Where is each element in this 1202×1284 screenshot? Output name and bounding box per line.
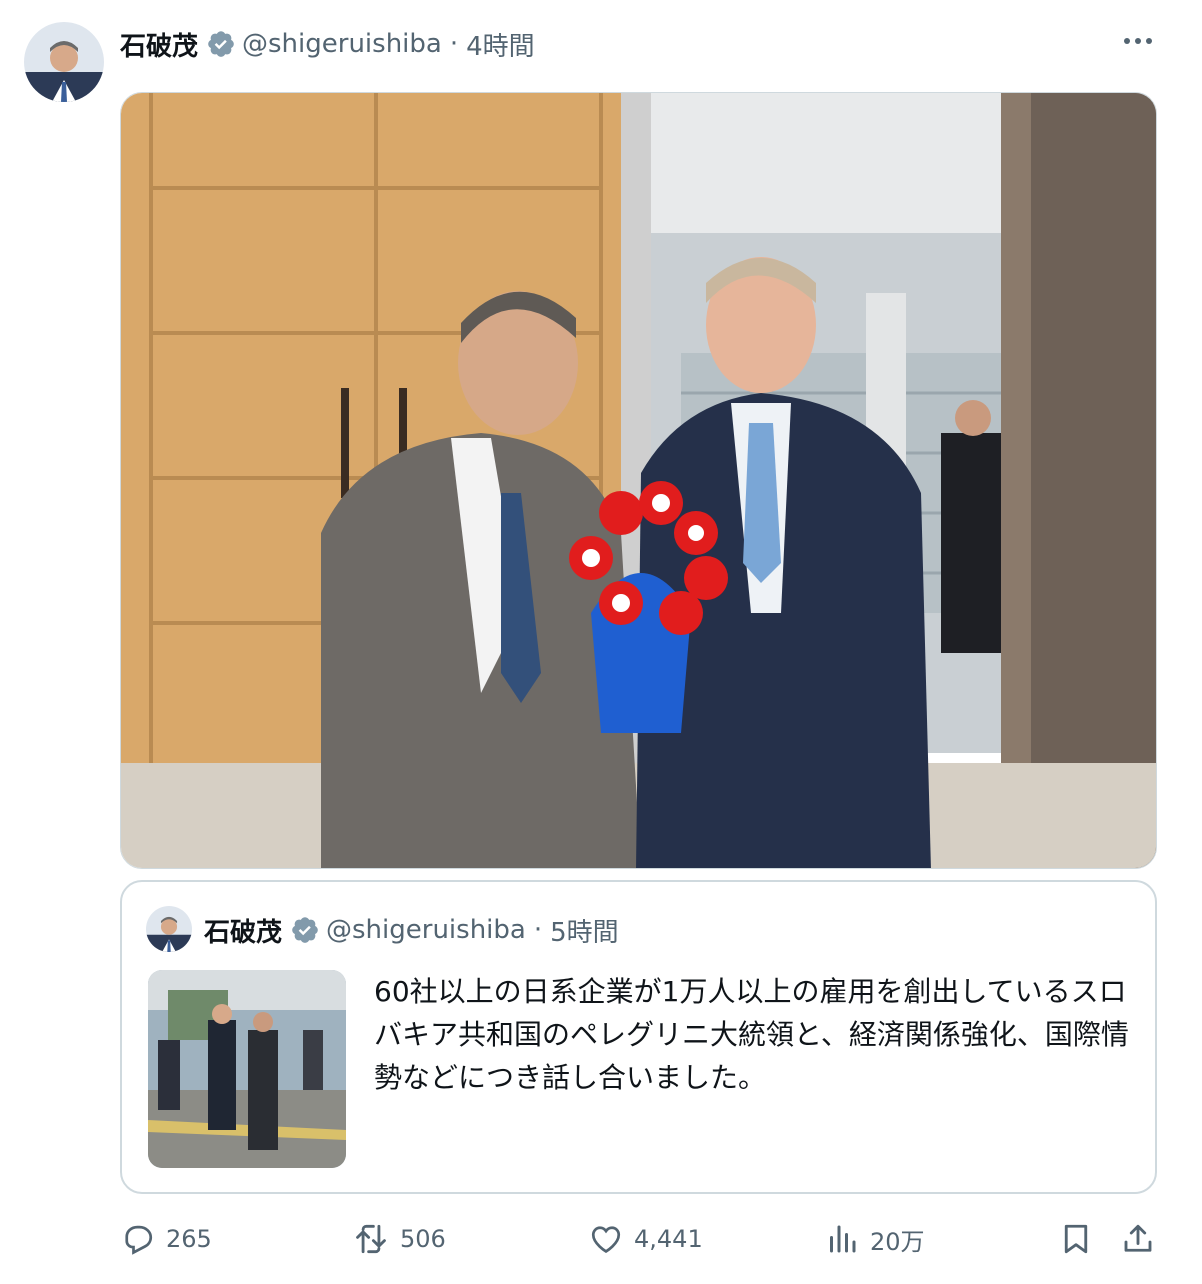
like-button[interactable]: 4,441	[588, 1216, 703, 1262]
tweet-timestamp[interactable]: 4時間	[466, 26, 535, 63]
reply-button[interactable]: 265	[120, 1216, 212, 1262]
verified-badge-icon	[290, 915, 320, 945]
author-avatar[interactable]	[24, 22, 104, 102]
quoted-tweet-thumbnail	[148, 970, 346, 1168]
separator-dot: ·	[533, 915, 543, 945]
separator-dot: ·	[449, 29, 459, 59]
quoted-avatar-image	[146, 906, 192, 952]
quoted-author-avatar	[146, 906, 192, 952]
quoted-tweet-header: 石破茂 @shigeruishiba · 5時間	[204, 910, 619, 950]
repost-icon	[356, 1224, 386, 1254]
share-icon	[1124, 1224, 1152, 1252]
verified-badge-icon	[206, 29, 236, 59]
tweet-header: 石破茂 @shigeruishiba · 4時間	[120, 24, 535, 64]
views-chart-icon	[830, 1225, 856, 1253]
repost-count: 506	[400, 1225, 446, 1253]
thumbnail-image	[148, 970, 346, 1168]
quoted-tweet-card[interactable]: 石破茂 @shigeruishiba · 5時間 60社以上の日系企業が1万人以…	[120, 880, 1157, 1194]
bookmark-button[interactable]	[1058, 1216, 1094, 1262]
quoted-tweet-timestamp: 5時間	[550, 917, 619, 948]
share-button[interactable]	[1120, 1216, 1156, 1262]
reply-icon	[125, 1225, 153, 1255]
photo-image	[121, 93, 1156, 868]
author-name[interactable]: 石破茂	[120, 26, 198, 63]
quoted-tweet-text: 60社以上の日系企業が1万人以上の雇用を創出しているスロバキア共和国のペレグリニ…	[374, 975, 1129, 1094]
bookmark-icon	[1064, 1224, 1088, 1254]
quoted-author-name: 石破茂	[204, 917, 283, 948]
repost-button[interactable]: 506	[352, 1216, 446, 1262]
views-count: 20万	[870, 1227, 925, 1256]
quoted-author-handle: @shigeruishiba	[326, 915, 526, 945]
author-handle[interactable]: @shigeruishiba	[242, 29, 442, 59]
tweet-photo[interactable]	[120, 92, 1157, 869]
more-dots-icon[interactable]	[1118, 26, 1158, 56]
heart-icon	[591, 1226, 621, 1254]
reply-count: 265	[166, 1225, 212, 1253]
views-button[interactable]: 20万	[824, 1216, 925, 1262]
like-count: 4,441	[634, 1225, 703, 1253]
avatar-image	[24, 22, 104, 102]
tweet-action-bar: 265 506 4,441 20万	[120, 1216, 1157, 1262]
